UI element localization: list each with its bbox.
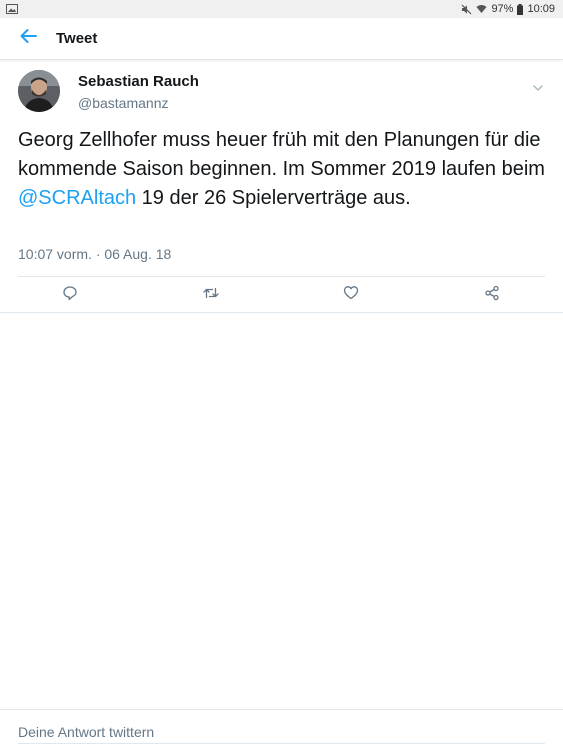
share-button[interactable] xyxy=(481,284,503,306)
divider xyxy=(18,276,545,277)
divider xyxy=(0,312,563,313)
author-handle[interactable]: @bastamannz xyxy=(78,95,168,111)
reply-icon xyxy=(62,285,78,306)
tweet-text-before: Georg Zellhofer muss heuer früh mit den … xyxy=(18,129,545,180)
status-bar: 97% 10:09 xyxy=(0,0,563,18)
app-bar: Tweet xyxy=(0,18,563,60)
tweet-text-after: 19 der 26 Spielerverträge aus. xyxy=(136,187,411,209)
back-button[interactable] xyxy=(0,18,56,60)
retweet-button[interactable] xyxy=(200,284,222,306)
reply-button[interactable] xyxy=(59,284,81,306)
tweet-detail: Sebastian Rauch @bastamannz Georg Zellho… xyxy=(0,60,563,313)
reply-bar xyxy=(0,709,563,750)
share-icon xyxy=(484,285,500,306)
wifi-icon xyxy=(476,4,487,14)
mention-link[interactable]: @SCRAltach xyxy=(18,187,136,209)
page-title: Tweet xyxy=(56,30,98,47)
like-button[interactable] xyxy=(340,284,362,306)
tweet-actions xyxy=(0,278,563,312)
battery-icon xyxy=(517,3,524,15)
chevron-down-icon[interactable] xyxy=(531,80,545,92)
tweet-text: Georg Zellhofer muss heuer früh mit den … xyxy=(18,126,548,213)
tweet-timestamp: 10:07 vorm. · 06 Aug. 18 xyxy=(18,246,172,262)
author-name[interactable]: Sebastian Rauch xyxy=(78,73,199,90)
tweet-header: Sebastian Rauch @bastamannz xyxy=(0,60,563,120)
clock: 10:09 xyxy=(527,3,555,15)
like-icon xyxy=(343,285,359,305)
retweet-icon xyxy=(203,286,219,305)
arrow-left-icon xyxy=(19,28,37,49)
avatar[interactable] xyxy=(18,70,60,112)
gallery-icon xyxy=(6,4,18,14)
battery-label: 97% xyxy=(491,3,514,15)
reply-input[interactable] xyxy=(18,720,545,744)
mute-icon xyxy=(461,4,472,15)
